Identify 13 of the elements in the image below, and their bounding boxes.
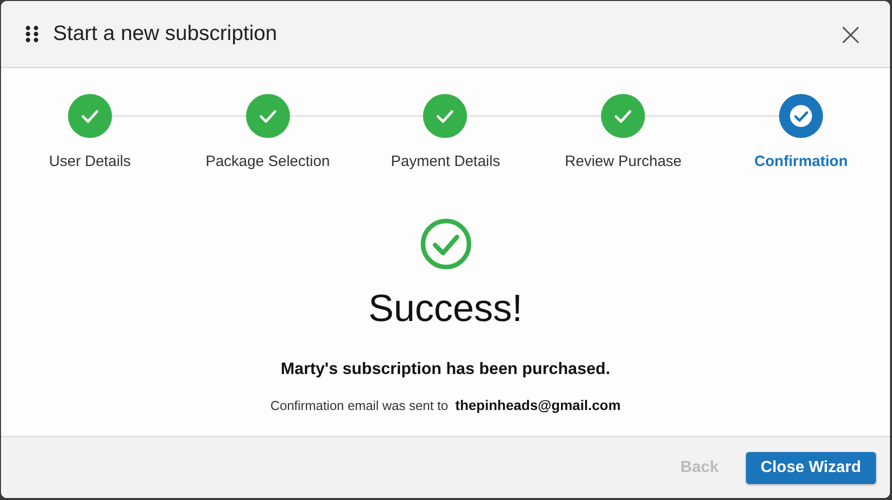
step-label: User Details (49, 153, 131, 170)
dialog-title: Start a new subscription (53, 22, 278, 46)
step-label: Payment Details (390, 153, 500, 170)
close-button[interactable]: × (833, 18, 868, 50)
step-label: Confirmation (754, 153, 848, 170)
purchase-message: Marty's subscription has been purchased. (280, 360, 610, 379)
email-note: Confirmation email was sent to thepinheads@gmail.com (270, 397, 621, 413)
success-check-icon (420, 218, 472, 270)
drag-handle-icon[interactable] (25, 25, 39, 43)
step-label: Review Purchase (564, 153, 682, 170)
step-label: Package Selection (206, 153, 330, 170)
success-heading: Success! (368, 288, 523, 331)
close-wizard-button[interactable]: Close Wizard (746, 452, 876, 484)
